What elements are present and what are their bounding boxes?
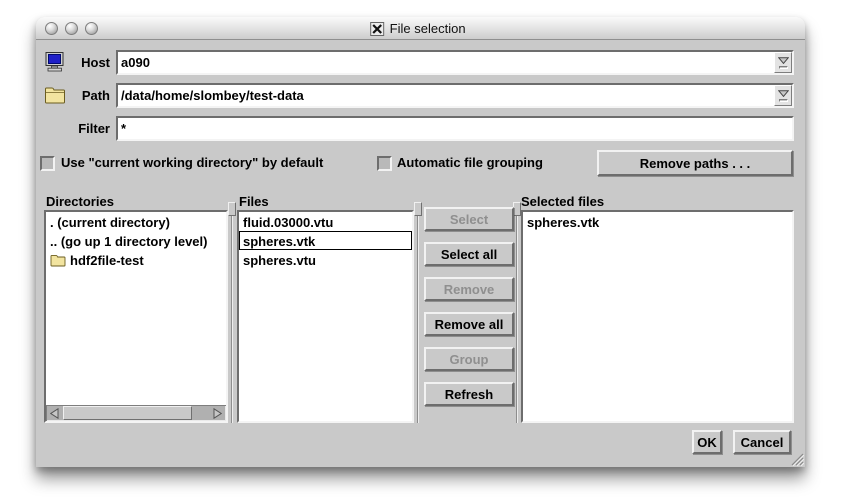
splitter-divider bbox=[516, 202, 518, 423]
group-button[interactable]: Group bbox=[424, 347, 514, 371]
splitter-divider bbox=[231, 202, 233, 423]
remove-paths-button[interactable]: Remove paths . . . bbox=[597, 150, 793, 176]
selected-files-items: spheres.vtk bbox=[523, 212, 792, 421]
titlebar: File selection bbox=[36, 17, 805, 40]
host-input[interactable] bbox=[118, 52, 792, 73]
cancel-button[interactable]: Cancel bbox=[733, 430, 791, 454]
file-selection-window: File selection Host Path Filte bbox=[36, 17, 805, 467]
remove-button[interactable]: Remove bbox=[424, 277, 514, 301]
folder-icon bbox=[50, 254, 66, 267]
scrollbar-thumb[interactable] bbox=[63, 406, 192, 420]
selected-files-header: Selected files bbox=[521, 193, 604, 210]
directory-name: hdf2file-test bbox=[70, 252, 144, 269]
file-name: spheres.vtk bbox=[243, 233, 315, 250]
filter-input[interactable] bbox=[118, 118, 792, 139]
list-item[interactable]: fluid.03000.vtu bbox=[239, 212, 412, 231]
list-item-focused[interactable]: spheres.vtk bbox=[239, 231, 412, 250]
list-item[interactable]: . (current directory) bbox=[46, 212, 226, 231]
directory-name: . (current directory) bbox=[50, 214, 170, 231]
filter-field-frame bbox=[116, 116, 794, 141]
window-title: File selection bbox=[390, 21, 466, 36]
files-header: Files bbox=[239, 193, 269, 210]
combo-bar bbox=[779, 66, 788, 69]
list-item[interactable]: spheres.vtu bbox=[239, 250, 412, 269]
files-list: fluid.03000.vtu spheres.vtk spheres.vtu bbox=[237, 210, 414, 423]
combo-bar bbox=[779, 99, 788, 102]
directories-list: . (current directory) .. (go up 1 direct… bbox=[44, 210, 228, 423]
splitter-divider bbox=[417, 202, 419, 423]
window-controls bbox=[45, 22, 98, 35]
file-name: fluid.03000.vtu bbox=[243, 214, 333, 231]
splitter-handle[interactable] bbox=[414, 202, 422, 216]
list-item[interactable]: spheres.vtk bbox=[523, 212, 792, 231]
list-item[interactable]: hdf2file-test bbox=[46, 250, 226, 269]
scroll-left-arrow-icon[interactable] bbox=[47, 406, 62, 420]
splitter-handle[interactable] bbox=[228, 202, 236, 216]
directories-horizontal-scrollbar[interactable] bbox=[46, 405, 226, 421]
directories-items: . (current directory) .. (go up 1 direct… bbox=[46, 212, 226, 405]
files-items: fluid.03000.vtu spheres.vtk spheres.vtu bbox=[239, 212, 412, 421]
directories-header: Directories bbox=[46, 193, 114, 210]
close-window-button[interactable] bbox=[45, 22, 58, 35]
window-title-group: File selection bbox=[370, 17, 466, 40]
minimize-window-button[interactable] bbox=[65, 22, 78, 35]
chevron-down-icon bbox=[778, 90, 789, 97]
selected-files-list: spheres.vtk bbox=[521, 210, 794, 423]
filter-label: Filter bbox=[36, 116, 110, 141]
path-dropdown-button[interactable] bbox=[774, 85, 792, 106]
file-name: spheres.vtu bbox=[243, 252, 316, 269]
ok-button[interactable]: OK bbox=[692, 430, 722, 454]
path-input[interactable] bbox=[118, 85, 792, 106]
refresh-button[interactable]: Refresh bbox=[424, 382, 514, 406]
list-item[interactable]: .. (go up 1 directory level) bbox=[46, 231, 226, 250]
select-all-button[interactable]: Select all bbox=[424, 242, 514, 266]
path-label: Path bbox=[36, 83, 110, 108]
file-name: spheres.vtk bbox=[527, 214, 599, 231]
chevron-down-icon bbox=[778, 57, 789, 64]
auto-grouping-label: Automatic file grouping bbox=[397, 154, 543, 172]
host-label: Host bbox=[36, 50, 110, 75]
select-button[interactable]: Select bbox=[424, 207, 514, 231]
host-field-frame bbox=[116, 50, 794, 75]
resize-grip-icon[interactable] bbox=[788, 451, 804, 466]
path-field-frame bbox=[116, 83, 794, 108]
x11-icon bbox=[370, 22, 384, 36]
remove-all-button[interactable]: Remove all bbox=[424, 312, 514, 336]
auto-grouping-checkbox[interactable] bbox=[377, 156, 392, 171]
splitter-handle[interactable] bbox=[513, 202, 521, 216]
file-actions-column: Select Select all Remove Remove all Grou… bbox=[424, 207, 514, 406]
zoom-window-button[interactable] bbox=[85, 22, 98, 35]
directory-name: .. (go up 1 directory level) bbox=[50, 233, 207, 250]
host-dropdown-button[interactable] bbox=[774, 52, 792, 73]
use-cwd-label: Use "current working directory" by defau… bbox=[61, 154, 323, 172]
scroll-right-arrow-icon[interactable] bbox=[210, 406, 225, 420]
use-cwd-checkbox[interactable] bbox=[40, 156, 55, 171]
